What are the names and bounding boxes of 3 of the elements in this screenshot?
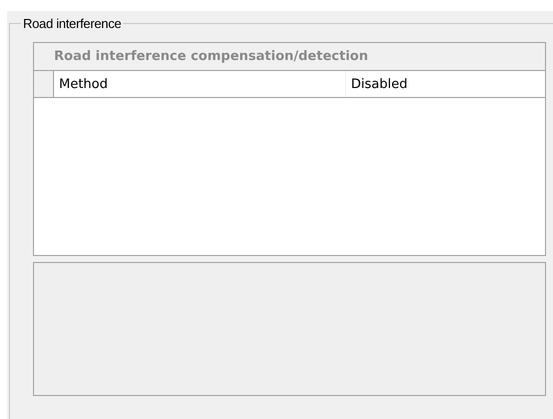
property-value[interactable]: Disabled [346, 71, 545, 97]
property-name[interactable]: Method [54, 71, 346, 97]
group-title: Road interference [21, 16, 124, 31]
